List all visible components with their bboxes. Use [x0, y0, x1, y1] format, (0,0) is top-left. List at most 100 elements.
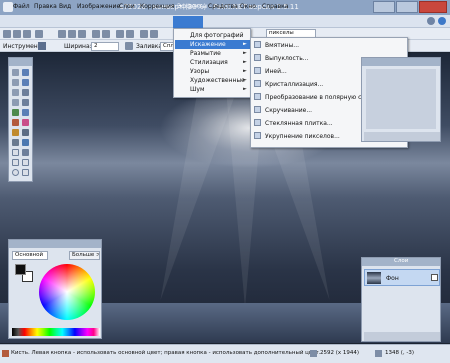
cursor-position-icon [375, 350, 382, 357]
menu-window[interactable]: Окно [240, 3, 256, 10]
colors-panel-header [9, 240, 101, 248]
distort-menu-item[interactable]: Вмятины... [265, 42, 299, 49]
menu-adjustments[interactable]: Коррекция [140, 3, 174, 10]
more-button[interactable]: Больше >> [69, 251, 100, 260]
line-icon[interactable] [22, 149, 29, 156]
app-logo-icon [3, 2, 13, 12]
menu-edit[interactable]: Правка [34, 3, 57, 10]
undo-icon[interactable] [116, 30, 124, 38]
close-button[interactable] [419, 1, 447, 13]
zoom-icon[interactable] [22, 89, 29, 96]
grid-icon[interactable] [140, 30, 148, 38]
crop-icon[interactable] [92, 30, 100, 38]
menu-effects[interactable]: Эффекты [177, 3, 207, 10]
distort-menu-item[interactable]: Скручивание... [265, 107, 312, 114]
layers-panel-header: Слои [362, 258, 440, 266]
history-panel-header [362, 58, 440, 66]
antialias-icon[interactable] [125, 42, 133, 50]
distort-menu-item[interactable]: Выпуклость... [265, 55, 309, 62]
effects-menu-item[interactable]: Размытие [190, 50, 221, 57]
move-selection-icon[interactable] [22, 79, 29, 86]
paint-bucket-icon[interactable] [12, 109, 19, 116]
recolor-icon[interactable] [22, 139, 29, 146]
rulers-icon[interactable] [150, 30, 158, 38]
gradient-icon[interactable] [22, 109, 29, 116]
text-icon[interactable] [12, 149, 19, 156]
deselect-icon[interactable] [102, 30, 110, 38]
color-picker-icon[interactable] [22, 129, 29, 136]
rectangle-select-icon[interactable] [12, 69, 19, 76]
layer-name: Фон [386, 275, 399, 282]
cursor-position: 1348 (, -3) [385, 350, 415, 356]
menu-file[interactable]: Файл [13, 3, 30, 10]
bulge-icon [254, 54, 261, 61]
layer-visibility-checkbox[interactable] [431, 274, 438, 281]
menu-help[interactable]: Справка [262, 3, 288, 10]
effects-menu-item[interactable]: Стилизация [190, 59, 228, 66]
menu-effects-highlight [173, 16, 203, 28]
distort-menu-item[interactable]: Укрупнение пикселов... [265, 133, 340, 140]
settings-icon[interactable] [427, 17, 435, 25]
distort-menu-item[interactable]: Стеклянная плитка... [265, 120, 333, 127]
new-icon[interactable] [3, 30, 11, 38]
rounded-rectangle-icon[interactable] [22, 159, 29, 166]
print-icon[interactable] [35, 30, 43, 38]
menu-image[interactable]: Изображение [77, 3, 120, 10]
clone-stamp-icon[interactable] [12, 139, 19, 146]
paintbrush-icon[interactable] [12, 119, 19, 126]
eraser-icon[interactable] [22, 119, 29, 126]
menu-view[interactable]: Вид [59, 3, 71, 10]
help-icon[interactable] [438, 17, 446, 25]
tools-panel [8, 57, 33, 182]
magic-wand-icon[interactable] [12, 99, 19, 106]
polar-inversion-icon [254, 93, 261, 100]
rectangle-icon[interactable] [12, 159, 19, 166]
move-icon[interactable] [22, 69, 29, 76]
history-thumbnail[interactable] [366, 69, 436, 129]
menu-bar [0, 15, 450, 28]
paste-icon[interactable] [78, 30, 86, 38]
tools-panel-header [9, 58, 32, 66]
menu-tools[interactable]: Средства [208, 3, 238, 10]
palette-strip[interactable] [12, 328, 100, 336]
minimize-button[interactable] [373, 1, 395, 13]
layers-panel: Слои Фон [361, 257, 441, 342]
chevron-right-icon: ► [243, 77, 247, 83]
save-icon[interactable] [23, 30, 31, 38]
width-label: Ширина: [64, 43, 92, 50]
cut-icon[interactable] [58, 30, 66, 38]
ellipse-icon[interactable] [12, 169, 19, 176]
primary-color-swatch[interactable] [15, 264, 26, 275]
distort-menu-item[interactable]: Иней... [265, 68, 287, 75]
primary-select[interactable]: Основной [12, 251, 48, 260]
ellipse-select-icon[interactable] [12, 89, 19, 96]
copy-icon[interactable] [68, 30, 76, 38]
layer-row[interactable]: Фон [364, 269, 440, 286]
effects-menu-item[interactable]: Узоры [190, 68, 209, 75]
chevron-right-icon: ► [243, 50, 247, 56]
dents-icon [254, 41, 261, 48]
effects-menu-item[interactable]: Для фотографий [190, 32, 244, 39]
maximize-button[interactable] [396, 1, 418, 13]
effects-menu-item[interactable]: Искажение [190, 41, 226, 48]
redo-icon[interactable] [126, 30, 134, 38]
freeform-shape-icon[interactable] [22, 169, 29, 176]
chevron-right-icon: ► [243, 41, 247, 47]
menu-layers[interactable]: Слои [119, 3, 135, 10]
pan-icon[interactable] [22, 99, 29, 106]
twist-icon [254, 106, 261, 113]
pencil-icon[interactable] [12, 129, 19, 136]
effects-menu-item[interactable]: Художественные [190, 77, 245, 84]
image-size: 2592 (x 1944) [320, 350, 360, 356]
color-wheel[interactable] [39, 264, 95, 320]
distort-menu-item[interactable]: Кристаллизация... [265, 81, 323, 88]
frost-icon [254, 67, 261, 74]
effects-menu: Для фотографий Искажение ► Размытие ► Ст… [173, 28, 251, 98]
brush-status-icon [2, 350, 9, 357]
effects-menu-item[interactable]: Шум [190, 86, 205, 93]
open-icon[interactable] [13, 30, 21, 38]
brush-tool-icon[interactable] [38, 42, 46, 50]
lasso-icon[interactable] [12, 79, 19, 86]
width-input[interactable]: 2 [91, 42, 119, 51]
status-hint: Кисть. Левая кнопка - использовать основ… [11, 350, 321, 356]
